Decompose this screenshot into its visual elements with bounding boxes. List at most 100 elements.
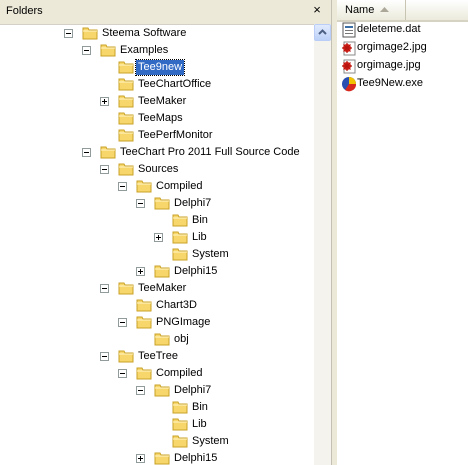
file-list-item[interactable]: orgimage.jpg	[339, 58, 468, 74]
expand-node-icon[interactable]	[136, 267, 145, 276]
tree-node[interactable]: System	[0, 433, 314, 450]
folder-tree-scrollbar[interactable]	[314, 24, 331, 465]
tree-node[interactable]: Compiled	[0, 178, 314, 195]
collapse-node-icon[interactable]	[118, 369, 127, 378]
collapse-node-icon[interactable]	[118, 182, 127, 191]
collapse-node-icon[interactable]	[82, 46, 91, 55]
tree-node-label: TeeMaker	[138, 282, 187, 294]
tree-node-label: Examples	[120, 44, 169, 56]
folder-tree[interactable]: Steema Software Examples Tee9new TeeChartOf…	[0, 24, 314, 465]
tree-node-label: System	[192, 435, 229, 447]
tree-node[interactable]: Lib	[0, 416, 314, 433]
tree-node-label: Chart3D	[156, 299, 197, 311]
chevron-up-icon	[318, 29, 327, 35]
file-name: orgimage.jpg	[357, 59, 421, 71]
folder-icon	[100, 43, 116, 57]
sort-ascending-icon	[380, 7, 389, 12]
file-name: orgimage2.jpg	[357, 41, 427, 53]
tree-node[interactable]: System	[0, 246, 314, 263]
folder-icon	[172, 213, 188, 227]
tree-node[interactable]: Steema Software	[0, 25, 314, 42]
tree-node[interactable]: TeeChartOffice	[0, 76, 314, 93]
tree-node-label: Delphi15	[174, 265, 218, 277]
tree-node[interactable]: Sources	[0, 161, 314, 178]
collapse-node-icon[interactable]	[136, 199, 145, 208]
collapse-node-icon[interactable]	[64, 29, 73, 38]
file-list-item[interactable]: deleteme.dat	[339, 22, 468, 38]
folders-pane: Folders × Steema Software Examples Tee9new…	[0, 0, 334, 465]
tree-node-label: Bin	[192, 214, 208, 226]
folder-icon	[136, 315, 152, 329]
tree-node[interactable]: Delphi7	[0, 382, 314, 399]
tree-node[interactable]: Bin	[0, 212, 314, 229]
tree-node[interactable]: Delphi7	[0, 195, 314, 212]
folder-icon	[136, 298, 152, 312]
tree-node-label: Lib	[192, 231, 207, 243]
file-list-item[interactable]: orgimage2.jpg	[339, 40, 468, 56]
close-folders-pane-button[interactable]: ×	[308, 1, 326, 19]
collapse-node-icon[interactable]	[100, 165, 109, 174]
expand-node-icon[interactable]	[136, 454, 145, 463]
expand-node-icon[interactable]	[154, 233, 163, 242]
tree-node[interactable]: TeeMaps	[0, 110, 314, 127]
tree-node[interactable]: PNGImage	[0, 314, 314, 331]
tree-node-label: Sources	[138, 163, 179, 175]
tree-node[interactable]: Delphi15	[0, 263, 314, 280]
tree-node[interactable]: Compiled	[0, 365, 314, 382]
folder-icon	[172, 400, 188, 414]
folder-icon	[82, 26, 98, 40]
tree-node-label: obj	[174, 333, 189, 345]
file-list-pane: Name deleteme.dat orgimage2.jpg orgimage.j…	[337, 0, 468, 465]
tree-node[interactable]: Bin	[0, 399, 314, 416]
collapse-node-icon[interactable]	[100, 352, 109, 361]
folder-icon	[154, 264, 170, 278]
expand-node-icon[interactable]	[100, 97, 109, 106]
tree-node-label: TeeMaps	[138, 112, 183, 124]
tree-node-label: Steema Software	[102, 27, 187, 39]
jpg-image-icon	[341, 58, 357, 74]
tree-node-label: Delphi7	[174, 197, 212, 209]
collapse-node-icon[interactable]	[136, 386, 145, 395]
tree-node[interactable]: Delphi15	[0, 450, 314, 465]
folder-icon	[100, 145, 116, 159]
tree-node[interactable]: obj	[0, 331, 314, 348]
tree-node-label: TeeTree	[138, 350, 178, 362]
file-list-item[interactable]: Tee9New.exe	[339, 76, 468, 92]
tree-node-label: TeeChartOffice	[138, 78, 212, 90]
tree-node-label: System	[192, 248, 229, 260]
tree-node[interactable]: Chart3D	[0, 297, 314, 314]
tree-node-label: TeePerfMonitor	[138, 129, 213, 141]
tree-node-label: Bin	[192, 401, 208, 413]
collapse-node-icon[interactable]	[82, 148, 91, 157]
tree-node[interactable]: TeePerfMonitor	[0, 127, 314, 144]
folder-icon	[118, 94, 134, 108]
tree-node[interactable]: TeeMaker	[0, 280, 314, 297]
scroll-up-button[interactable]	[314, 24, 331, 41]
file-list-header: Name	[337, 0, 468, 22]
folder-icon	[118, 128, 134, 142]
folder-icon	[172, 247, 188, 261]
folder-icon	[118, 60, 134, 74]
tree-node-label: Delphi15	[174, 452, 218, 464]
tree-node[interactable]: Tee9new	[0, 59, 314, 76]
folder-icon	[172, 417, 188, 431]
tree-node[interactable]: TeeTree	[0, 348, 314, 365]
folder-icon	[172, 434, 188, 448]
file-name: deleteme.dat	[357, 23, 421, 35]
folder-icon	[172, 230, 188, 244]
collapse-node-icon[interactable]	[118, 318, 127, 327]
tree-node[interactable]: TeeChart Pro 2011 Full Source Code	[0, 144, 314, 161]
name-column-header[interactable]: Name	[337, 0, 406, 20]
folder-icon	[154, 196, 170, 210]
tree-node[interactable]: Lib	[0, 229, 314, 246]
tree-node-label: TeeMaker	[138, 95, 187, 107]
tree-node[interactable]: TeeMaker	[0, 93, 314, 110]
folder-icon	[154, 332, 170, 346]
tree-node-label: Lib	[192, 418, 207, 430]
folder-icon	[118, 349, 134, 363]
tree-node[interactable]: Examples	[0, 42, 314, 59]
collapse-node-icon[interactable]	[100, 284, 109, 293]
tree-node-label: TeeChart Pro 2011 Full Source Code	[120, 146, 300, 158]
folder-icon	[118, 111, 134, 125]
folder-icon	[118, 77, 134, 91]
